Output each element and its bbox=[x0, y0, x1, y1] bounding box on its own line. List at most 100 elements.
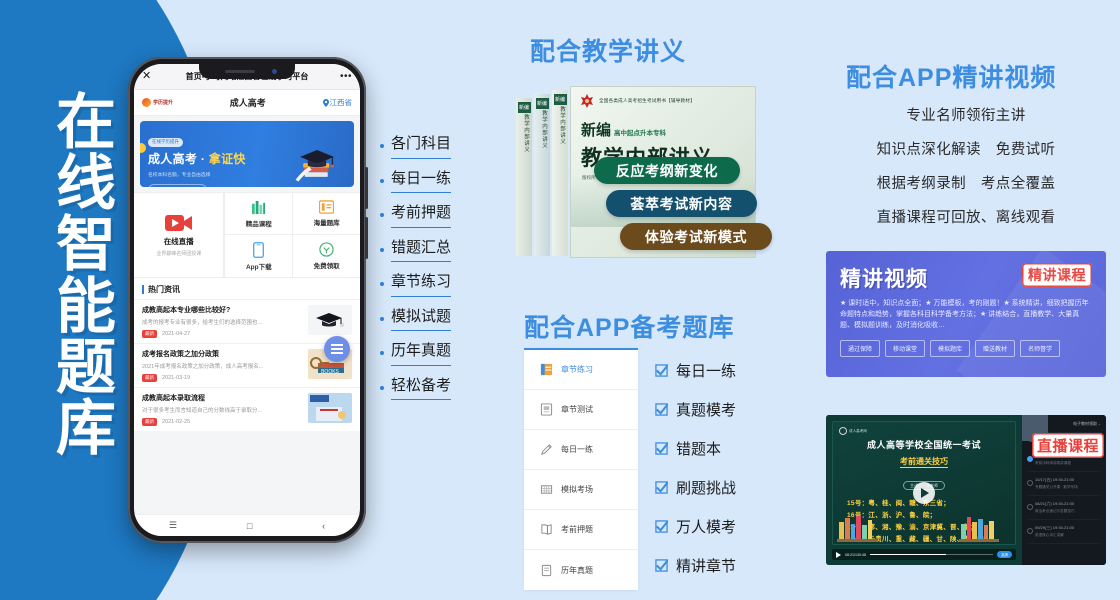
play-icon[interactable] bbox=[836, 551, 841, 558]
sidebar-header-right[interactable]: 电子教材领取→ bbox=[1073, 421, 1101, 427]
lecture-tag[interactable]: 名师督学 bbox=[1020, 339, 1061, 357]
grid-item-courses[interactable]: 精品课程 bbox=[224, 193, 293, 235]
books-decoration-left-icon bbox=[837, 516, 877, 542]
bullet-item: 各门科目 bbox=[380, 134, 452, 159]
lecture-tag[interactable]: 移动课堂 bbox=[885, 339, 926, 357]
nav-menu-icon[interactable]: ☰ bbox=[169, 520, 177, 531]
hero-char-5: 库 bbox=[56, 394, 116, 462]
lecture-card-tags: 通过保障 移动课堂 模拟题库 赠送教材 名师督学 bbox=[840, 339, 1080, 357]
lecture-tag[interactable]: 赠送教材 bbox=[975, 339, 1016, 357]
player-logo-text: 成人高考网 bbox=[849, 428, 867, 433]
bullet-dot-icon bbox=[380, 247, 384, 252]
news-item[interactable]: 成教高起本专业哪些比较好? 成考的报考专业有很多，给考生们的选择范围也... 最… bbox=[134, 299, 360, 343]
bank-menu-item-past-papers[interactable]: 历年真题 bbox=[524, 550, 638, 590]
location-selector[interactable]: 江西省 bbox=[322, 97, 352, 108]
grid-courses-label: 精品课程 bbox=[245, 220, 272, 228]
promo-banner[interactable]: 在线学历提升 成人高考 · 拿证快 名校本科名额，专业自由选择 正规学历，学信网… bbox=[140, 121, 354, 187]
lecture-tag[interactable]: 通过保障 bbox=[840, 339, 881, 357]
schedule-desc: 英语核心词汇讲解 bbox=[1035, 533, 1064, 537]
sidebar-schedule-item[interactable]: 09/29(三) 19:30-21:00 英语核心词汇讲解 bbox=[1027, 520, 1101, 544]
bullet-dot-icon bbox=[380, 213, 384, 218]
player-controls[interactable]: 08:21/130:48 高清 bbox=[832, 549, 1016, 560]
check-label: 精讲章节 bbox=[676, 558, 737, 575]
section-accent-bar bbox=[142, 285, 144, 294]
book-feature-pill: 荟萃考试新内容 bbox=[606, 190, 757, 217]
news-desc: 2021年成考报名政策之加分政策，成人高考报名... bbox=[142, 364, 264, 370]
lecture-tag[interactable]: 模拟题库 bbox=[930, 339, 971, 357]
exam-thumb-icon bbox=[308, 393, 352, 423]
news-date: 2021-02-25 bbox=[162, 419, 191, 425]
books-decoration-right-icon bbox=[959, 517, 999, 542]
check-item: 精讲章节 bbox=[655, 555, 736, 576]
bullet-label: 轻松备考 bbox=[391, 376, 452, 400]
board-subtitle-text: 考前通关技巧 bbox=[900, 457, 948, 468]
bullet-item: 考前押题 bbox=[380, 203, 452, 228]
quality-badge[interactable]: 高清 bbox=[997, 551, 1012, 558]
schedule-time: 09/29(三) 19:30-21:00 bbox=[1035, 525, 1075, 530]
schedule-time: 10/17(五) 19:30-21:00 bbox=[1035, 477, 1075, 482]
news-header-label: 热门资讯 bbox=[148, 285, 180, 294]
video-player[interactable]: 成人高考网 成人高等学校全国统一考试 考前通关技巧 主讲人：张老师 15号：粤、… bbox=[826, 415, 1022, 565]
grid-item-live[interactable]: 在线直播 业界巅峰名师团授课 bbox=[134, 193, 225, 277]
hero-char-2: 智 bbox=[56, 211, 116, 279]
news-title: 成教高起本专业哪些比较好? bbox=[142, 307, 231, 314]
sidebar-schedule-item[interactable]: 10/17(五) 19:30-21:00 专题通关公开课 · 数学专场 bbox=[1027, 472, 1101, 496]
check-item: 每日一练 bbox=[655, 360, 736, 381]
banner-button[interactable]: 正规学历，学信网可查 bbox=[148, 183, 207, 187]
lecture-video-card[interactable]: 精讲视频 精讲课程 ★ 课时适中，知识点全面；★ 万能模板，考的刚题！★ 系统精… bbox=[826, 251, 1106, 377]
bullet-dot-icon bbox=[380, 282, 384, 287]
bullet-label: 考前押题 bbox=[391, 203, 452, 228]
location-pin-icon bbox=[322, 98, 329, 107]
news-date: 2021-04-27 bbox=[162, 331, 191, 337]
check-label: 刷题挑战 bbox=[676, 480, 737, 497]
bank-menu-item-chapter-practice[interactable]: 章节练习 bbox=[524, 350, 638, 390]
bank-menu-item-pre-exam[interactable]: 考前押题 bbox=[524, 510, 638, 550]
emblem-icon bbox=[581, 94, 593, 108]
phone-mockup: ✕ 首页-学习网站江西省在线学习平台 ••• 学历提升 成人高考 江西省 在线学… bbox=[128, 57, 368, 543]
grid-item-question-bank[interactable]: 海量题库 bbox=[292, 193, 360, 235]
news-badge: 最新 bbox=[142, 418, 157, 426]
bank-menu-label: 历年真题 bbox=[561, 565, 593, 575]
bank-menu-item-chapter-test[interactable]: 章节测试 bbox=[524, 390, 638, 430]
logo-text: 学历提升 bbox=[153, 100, 174, 106]
grid-item-free-claim[interactable]: 免费领取 bbox=[292, 235, 360, 277]
checkbox-checked-icon bbox=[655, 403, 668, 416]
bank-feature-checklist: 每日一练 真题模考 错题本 刷题挑战 万人模考 精讲章节 bbox=[655, 360, 736, 594]
board-title: 成人高等学校全国统一考试 bbox=[866, 440, 981, 450]
book-spine-label: 教学内部讲义 bbox=[559, 106, 565, 145]
graduation-cap-thumb-icon bbox=[308, 305, 352, 335]
live-course-player-card[interactable]: 成人高考网 成人高等学校全国统一考试 考前通关技巧 主讲人：张老师 15号：粤、… bbox=[826, 415, 1106, 565]
bank-menu-label: 章节测试 bbox=[561, 405, 593, 414]
bank-menu-item-mock-exam[interactable]: 模拟考场 bbox=[524, 470, 638, 510]
feature-bullet-list: 各门科目 每日一练 考前押题 错题汇总 章节练习 模拟试题 历年真题 轻松备考 bbox=[380, 134, 452, 410]
app-header: 学历提升 成人高考 江西省 bbox=[134, 90, 360, 116]
live-course-stamp: 直播课程 bbox=[1031, 433, 1104, 458]
bullet-item: 历年真题 bbox=[380, 341, 452, 366]
more-icon[interactable]: ••• bbox=[340, 71, 352, 82]
progress-bar[interactable] bbox=[869, 553, 994, 556]
check-item: 错题本 bbox=[655, 438, 736, 459]
nav-home-icon[interactable]: □ bbox=[247, 521, 252, 531]
news-item[interactable]: 成教高起本录取流程 对于很多考生而言知道自己的分数线高于录取分... 最新 20… bbox=[134, 387, 360, 431]
question-bank-icon bbox=[319, 200, 335, 214]
bank-menu-item-daily-practice[interactable]: 每日一练 bbox=[524, 430, 638, 470]
banner-dot-decoration bbox=[140, 143, 146, 153]
hero-char-1: 线 bbox=[56, 150, 116, 218]
bullet-dot-icon bbox=[380, 385, 384, 390]
play-button[interactable] bbox=[913, 482, 935, 504]
floating-menu-button[interactable] bbox=[324, 336, 350, 362]
cover-title-badge: 高中起点升本专科 bbox=[614, 130, 667, 137]
grid-free-label: 免费领取 bbox=[313, 263, 340, 270]
nav-back-icon[interactable]: ‹ bbox=[322, 521, 325, 531]
banner-title-main: 成人高考 · bbox=[148, 151, 209, 166]
android-navigation-bar: ☰ □ ‹ bbox=[134, 514, 360, 536]
hamburger-icon bbox=[331, 345, 343, 353]
book-spine-label: 教学内部讲义 bbox=[541, 110, 547, 149]
page-title: 在 线 智 能 题 库 bbox=[40, 92, 132, 459]
cover-title-line1: 新编 高中起点升本专科 bbox=[581, 119, 755, 140]
sidebar-schedule-item[interactable]: 08/21(六) 19:30-21:00 政治考点速记与答题技巧 bbox=[1027, 496, 1101, 520]
book-spine-cap: 新编 bbox=[517, 102, 531, 113]
feature-grid: 在线直播 业界巅峰名师团授课 精品课程 海量题库 App下载 免费领取 bbox=[134, 192, 360, 278]
news-thumbnail bbox=[308, 305, 352, 335]
grid-item-app-download[interactable]: App下载 bbox=[224, 235, 292, 277]
